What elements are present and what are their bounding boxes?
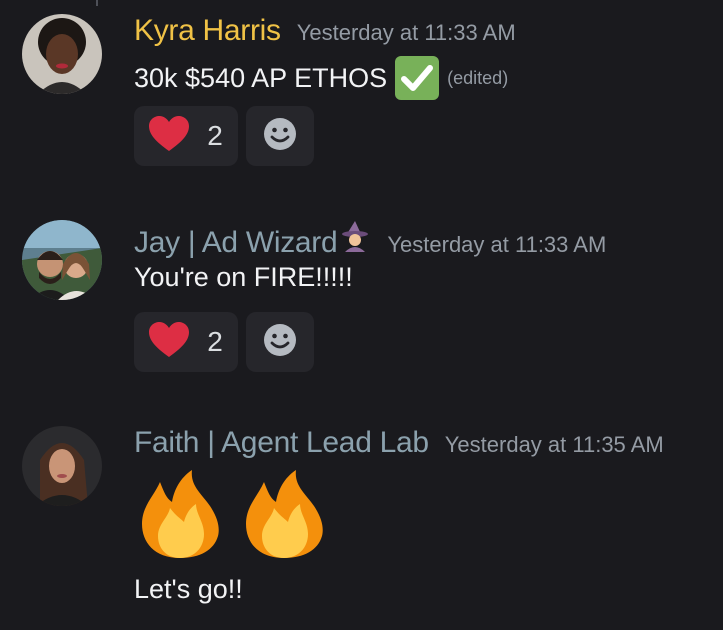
woman-mage-icon <box>339 220 371 252</box>
red-heart-icon <box>149 115 190 157</box>
add-reaction-button[interactable] <box>246 106 314 166</box>
message-content: You're on FIRE!!!!! <box>134 262 353 293</box>
fire-icon <box>134 468 226 565</box>
message-text: You're on FIRE!!!!! <box>134 262 353 292</box>
white-check-mark-icon <box>395 56 440 100</box>
edited-label: (edited) <box>447 67 509 88</box>
add-reaction-button[interactable] <box>246 312 314 372</box>
avatar[interactable] <box>22 426 102 506</box>
timestamp: Yesterday at 11:33 AM <box>296 20 516 45</box>
message-text: Let's go!! <box>134 574 243 604</box>
reactions-bar: 2 <box>134 106 314 166</box>
heart-reaction-button[interactable]: 2 <box>134 106 238 166</box>
smiley-icon <box>262 116 298 157</box>
reaction-count: 2 <box>207 120 223 151</box>
message-header: Jay | Ad Wizard Yesterday at 11:33 AM <box>134 220 606 260</box>
thread-connector-line <box>96 0 98 6</box>
heart-reaction-button[interactable]: 2 <box>134 312 238 372</box>
message-header: Kyra Harris Yesterday at 11:33 AM <box>134 14 516 48</box>
message-text: 30k $540 AP ETHOS <box>134 62 388 93</box>
message-content: 30k $540 AP ETHOS (edited) <box>134 56 508 100</box>
username[interactable]: Jay | Ad Wizard <box>134 226 338 260</box>
emoji-row <box>134 468 330 565</box>
message-header: Faith | Agent Lead Lab Yesterday at 11:3… <box>134 426 664 460</box>
avatar[interactable] <box>22 14 102 94</box>
fire-icon <box>238 468 330 565</box>
timestamp: Yesterday at 11:33 AM <box>387 232 607 257</box>
avatar[interactable] <box>22 220 102 300</box>
reactions-bar: 2 <box>134 312 314 372</box>
username[interactable]: Kyra Harris <box>134 14 281 48</box>
red-heart-icon <box>149 321 190 363</box>
username[interactable]: Faith | Agent Lead Lab <box>134 426 429 460</box>
message-content: Let's go!! <box>134 574 243 605</box>
timestamp: Yesterday at 11:35 AM <box>444 432 664 457</box>
reaction-count: 2 <box>207 326 223 357</box>
smiley-icon <box>262 322 298 363</box>
